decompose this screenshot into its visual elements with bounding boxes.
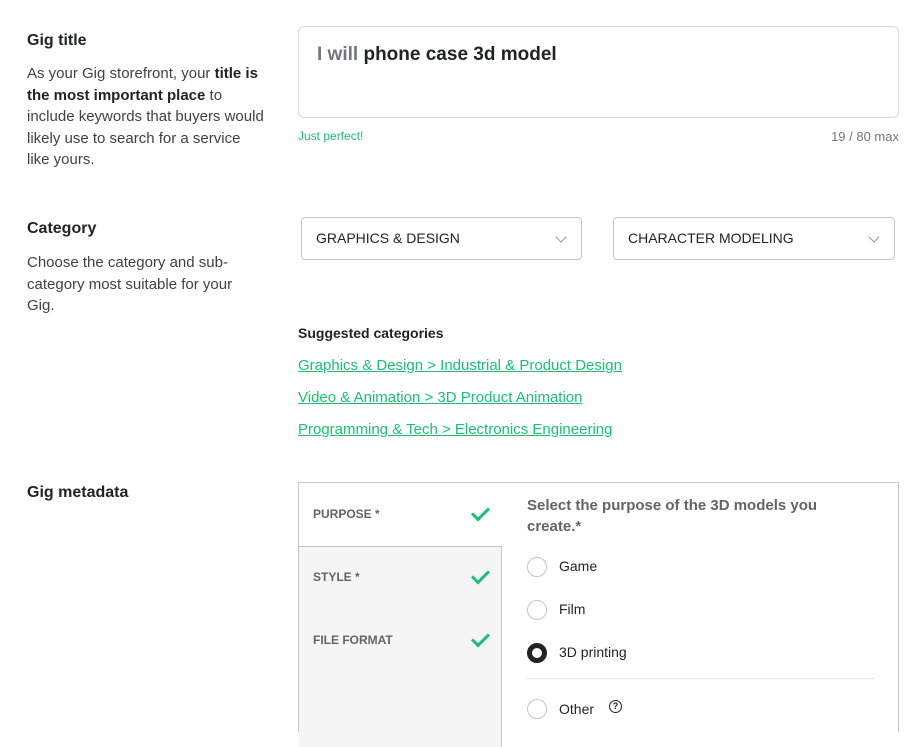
radio-label-other[interactable]: Other [559,701,594,717]
title-status: Just perfect! [298,129,364,143]
chevron-down-icon [555,231,567,243]
tab-style[interactable]: STYLE * [313,570,360,584]
suggested-category-link[interactable]: Video & Animation > 3D Product Animation [298,389,582,406]
category-description: Choose the category and sub-category mos… [27,254,233,314]
radio-other[interactable] [527,699,547,719]
title-prefix: I will [317,44,359,65]
radio-label-film[interactable]: Film [559,601,585,617]
gig-title-heading: Gig title [27,32,87,49]
title-value[interactable]: phone case 3d model [363,44,556,65]
radio-3d-printing[interactable] [527,643,547,663]
suggested-categories-title: Suggested categories [298,325,444,341]
subcategory-select[interactable]: CHARACTER MODELING [613,217,895,260]
radio-label-game[interactable]: Game [559,558,597,574]
desc-text: As your Gig storefront, your [27,65,215,82]
gig-title-input[interactable]: I will phone case 3d model [298,26,899,118]
tab-file-format[interactable]: FILE FORMAT [313,633,393,647]
radio-film[interactable] [527,600,547,620]
purpose-question: Select the purpose of the 3D models you … [527,497,818,535]
options-divider [527,678,874,679]
tab-purpose[interactable]: PURPOSE * [313,507,380,521]
radio-label-3d-printing[interactable]: 3D printing [559,644,627,660]
suggested-category-link[interactable]: Graphics & Design > Industrial & Product… [298,357,622,374]
help-icon[interactable]: ? [609,700,622,713]
gig-title-description: As your Gig storefront, your title is th… [27,63,267,171]
gig-metadata-heading: Gig metadata [27,484,129,501]
category-heading: Category [27,220,97,237]
chevron-down-icon [868,231,880,243]
suggested-category-link[interactable]: Programming & Tech > Electronics Enginee… [298,421,612,438]
category-select[interactable]: GRAPHICS & DESIGN [301,217,582,260]
category-select-value: GRAPHICS & DESIGN [316,230,460,246]
subcategory-select-value: CHARACTER MODELING [628,230,794,246]
radio-game[interactable] [527,557,547,577]
title-char-counter: 19 / 80 max [831,129,899,144]
